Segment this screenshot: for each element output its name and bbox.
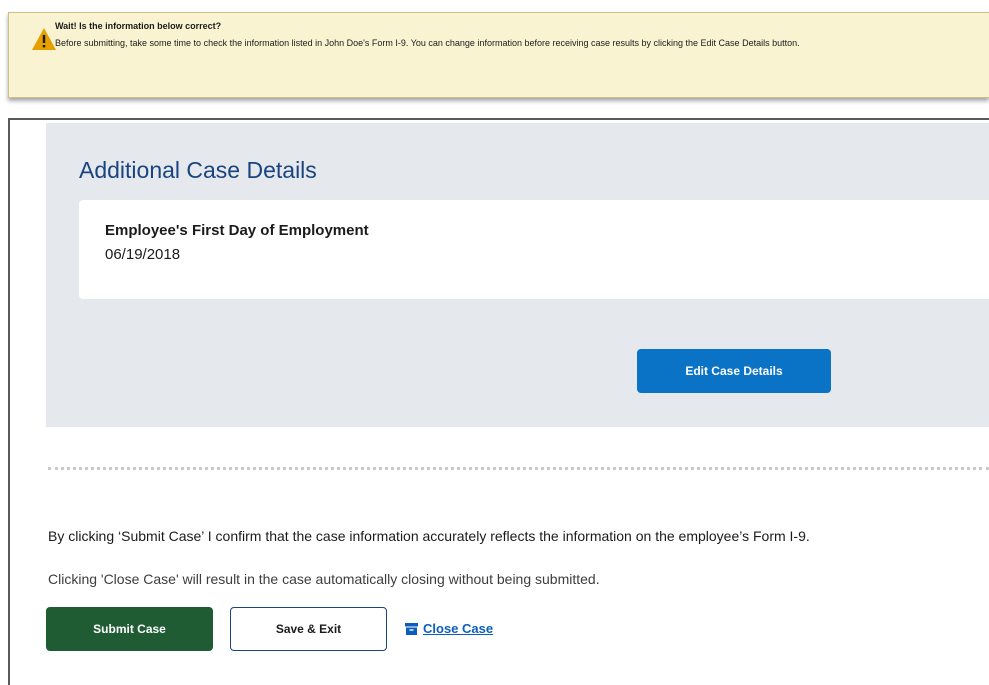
close-case-link[interactable]: Close Case [405,621,493,636]
dotted-divider [48,467,989,470]
edit-case-details-button[interactable]: Edit Case Details [637,349,831,393]
alert-message: Before submitting, take some time to che… [55,38,800,48]
details-card [79,200,989,299]
warning-triangle-icon [32,28,56,50]
save-exit-button[interactable]: Save & Exit [230,607,387,651]
archive-box-icon [405,622,418,635]
close-case-label[interactable]: Close Case [423,621,493,636]
first-day-value: 06/19/2018 [105,246,181,263]
section-heading: Additional Case Details [79,157,317,183]
submit-case-button[interactable]: Submit Case [46,607,213,651]
close-case-note: Clicking 'Close Case' will result in the… [48,571,600,587]
first-day-label: Employee's First Day of Employment [105,222,369,239]
submit-confirmation-text: By clicking ‘Submit Case’ I confirm that… [48,528,810,544]
alert-title: Wait! Is the information below correct? [55,21,222,31]
